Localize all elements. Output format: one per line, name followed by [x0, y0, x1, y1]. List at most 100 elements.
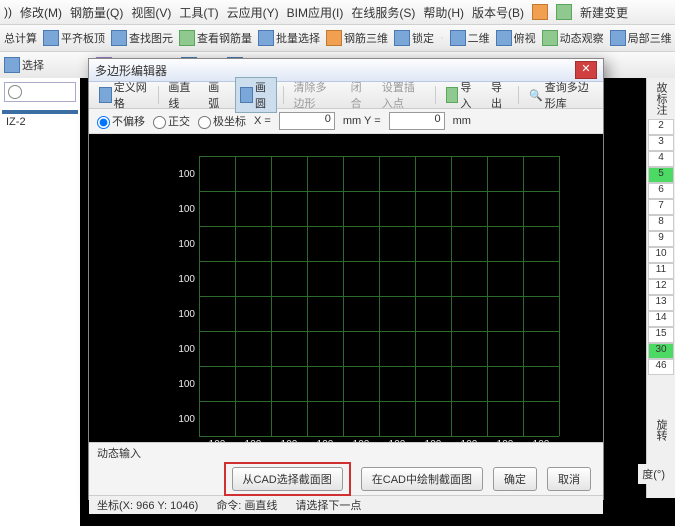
cancel-button[interactable]: 取消 [547, 467, 591, 491]
tool-2d[interactable]: 二维 [450, 30, 490, 46]
left-panel: IZ-2 [0, 78, 81, 498]
tool-select[interactable]: 选择 [4, 57, 44, 73]
menu-item[interactable]: 工具(T) [179, 4, 218, 21]
floor-button[interactable]: 9 [648, 231, 674, 247]
grid-x-label: 100 [457, 439, 481, 442]
from-cad-button[interactable]: 从CAD选择截面图 [232, 467, 343, 491]
floor-button[interactable]: 3 [648, 135, 674, 151]
grid-x-label: 100 [421, 439, 445, 442]
floor-button[interactable]: 6 [648, 183, 674, 199]
grid-x-label: 100 [313, 439, 337, 442]
menubar: )) 修改(M) 钢筋量(Q) 视图(V) 工具(T) 云应用(Y) BIM应用… [0, 0, 675, 25]
grid-x-label: 100 [385, 439, 409, 442]
polar-radio[interactable]: 极坐标 [198, 113, 246, 129]
menu-item[interactable]: 在线服务(S) [351, 4, 415, 21]
tool-align-top[interactable]: 平齐板顶 [43, 30, 105, 46]
dialog-button-row: 从CAD选择截面图 在CAD中绘制截面图 确定 取消 [89, 463, 603, 495]
find-icon [111, 30, 127, 46]
floor-button[interactable]: 5 [648, 167, 674, 183]
menu-item[interactable]: 帮助(H) [423, 4, 464, 21]
draw-in-cad-button[interactable]: 在CAD中绘制截面图 [361, 467, 483, 491]
floor-button[interactable]: 7 [648, 199, 674, 215]
tool-local-3d[interactable]: 局部三维 [610, 30, 672, 46]
drawing-grid: 1001001001001001001001001001001001001001… [199, 156, 559, 436]
ok-button[interactable]: 确定 [493, 467, 537, 491]
draw-circle-button[interactable]: 画圆 [235, 77, 276, 113]
grid-y-label: 100 [171, 414, 195, 425]
floor-button[interactable]: 13 [648, 295, 674, 311]
view2d-icon [450, 30, 466, 46]
right-strip: 故标注 234567891011121314153046 旋转 [646, 78, 675, 498]
menu-item[interactable]: 修改(M) [20, 4, 62, 21]
menu-item[interactable]: 钢筋量(Q) [70, 4, 123, 21]
grid-y-label: 100 [171, 204, 195, 215]
grid-y-label: 100 [171, 274, 195, 285]
y-input[interactable]: 0 [389, 112, 445, 130]
floor-button[interactable]: 11 [648, 263, 674, 279]
dialog-title: 多边形编辑器 [95, 62, 575, 79]
new-change-button[interactable]: 新建变更 [580, 4, 628, 21]
menu-item[interactable]: )) [4, 5, 12, 19]
tool-batch-select[interactable]: 批量选择 [258, 30, 320, 46]
menu-item[interactable]: 视图(V) [131, 4, 171, 21]
tool-rebar-3d[interactable]: 钢筋三维 [326, 30, 388, 46]
search-input[interactable] [4, 82, 76, 102]
export-button[interactable]: 导出 [487, 78, 512, 112]
select-icon [258, 30, 274, 46]
new-icon[interactable] [556, 4, 572, 20]
floor-button[interactable]: 30 [648, 343, 674, 359]
library-button[interactable]: 🔍查询多边形库 [525, 78, 597, 112]
rebar3d-icon [326, 30, 342, 46]
floor-button[interactable]: 4 [648, 151, 674, 167]
import-button[interactable]: 导入 [442, 78, 481, 112]
tool-lock[interactable]: 锁定 [394, 30, 434, 46]
tool-view-rebar[interactable]: 查看钢筋量 [179, 30, 252, 46]
local3d-icon [610, 30, 626, 46]
floor-button[interactable]: 46 [648, 359, 674, 375]
app-window: )) 修改(M) 钢筋量(Q) 视图(V) 工具(T) 云应用(Y) BIM应用… [0, 0, 675, 526]
floor-button[interactable]: 12 [648, 279, 674, 295]
palette-icon[interactable] [532, 4, 548, 20]
define-grid-button[interactable]: 定义网格 [95, 78, 152, 112]
draw-line-button[interactable]: 画直线 [164, 78, 198, 112]
tool-find[interactable]: 查找图元 [111, 30, 173, 46]
floor-button[interactable]: 10 [648, 247, 674, 263]
polygon-editor-dialog: 多边形编辑器 ✕ 定义网格 画直线 画弧 画圆 清除多边形 闭合 设置插入点 导… [88, 58, 604, 500]
draw-arc-button[interactable]: 画弧 [204, 78, 229, 112]
tool-calc[interactable]: 总计算 [4, 30, 37, 46]
grid-y-label: 100 [171, 169, 195, 180]
no-offset-radio[interactable]: 不偏移 [97, 113, 145, 129]
dialog-toolbar: 定义网格 画直线 画弧 画圆 清除多边形 闭合 设置插入点 导入 导出 🔍查询多… [89, 82, 603, 109]
grid-y-label: 100 [171, 309, 195, 320]
dynamic-input-label: 动态输入 [89, 442, 603, 463]
search-icon: 🔍 [529, 89, 543, 102]
floor-button[interactable]: 14 [648, 311, 674, 327]
floor-button[interactable]: 2 [648, 119, 674, 135]
x-input[interactable]: 0 [279, 112, 335, 130]
menu-item[interactable]: 版本号(B) [472, 4, 524, 21]
list-item[interactable]: IZ-2 [2, 114, 78, 130]
dialog-canvas[interactable]: 1001001001001001001001001001001001001001… [89, 134, 603, 442]
align-icon [43, 30, 59, 46]
loop-button[interactable]: 闭合 [347, 78, 372, 112]
import-icon [446, 87, 459, 103]
grid-x-label: 100 [493, 439, 517, 442]
floor-button[interactable]: 8 [648, 215, 674, 231]
degree-label: 度(°) [638, 464, 669, 484]
rotate-label: 旋转 [653, 415, 669, 445]
y-label: mm Y = [343, 115, 381, 127]
set-insert-button[interactable]: 设置插入点 [378, 78, 429, 112]
y-unit: mm [453, 115, 471, 127]
topview-icon [496, 30, 512, 46]
grid-x-label: 100 [529, 439, 553, 442]
clear-polygon-button[interactable]: 清除多边形 [290, 78, 341, 112]
close-icon[interactable]: ✕ [575, 61, 597, 79]
floor-button[interactable]: 15 [648, 327, 674, 343]
ortho-radio[interactable]: 正交 [153, 113, 190, 129]
orbit-icon [542, 30, 558, 46]
tab-label[interactable]: 故标注 [653, 78, 669, 119]
menu-item[interactable]: BIM应用(I) [287, 4, 344, 21]
menu-item[interactable]: 云应用(Y) [227, 4, 279, 21]
tool-orbit[interactable]: 动态观察 [542, 30, 604, 46]
tool-top-view[interactable]: 俯视 [496, 30, 536, 46]
